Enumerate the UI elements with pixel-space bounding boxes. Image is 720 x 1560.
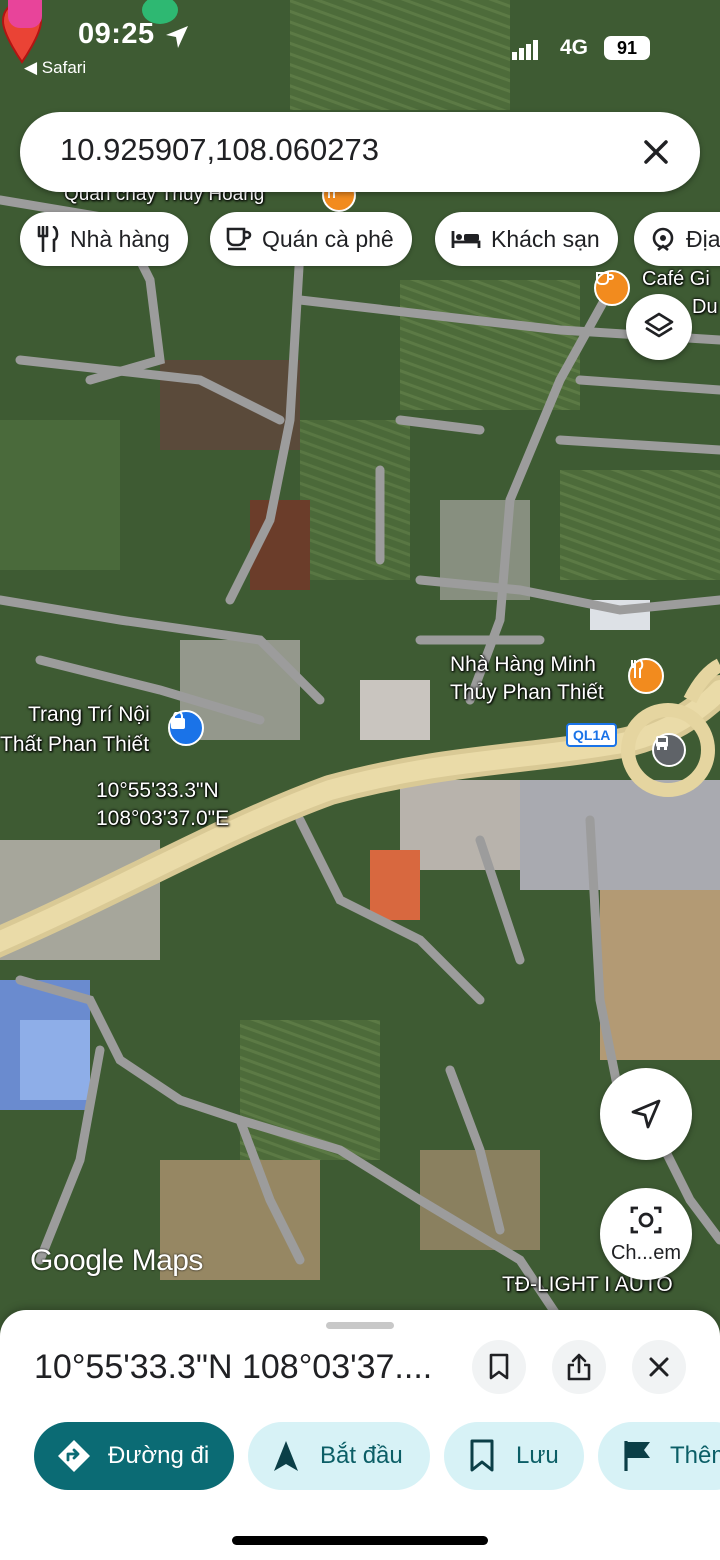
chip-cafes[interactable]: Quán cà phê xyxy=(210,212,412,266)
search-query[interactable]: 10.925907,108.060273 xyxy=(60,132,379,168)
route-shield-ql1a: QL1A xyxy=(566,723,618,747)
navigation-arrow-icon xyxy=(631,1099,661,1129)
status-bar: 09:25 ◀ Safari 4G 91 xyxy=(0,0,720,90)
navigation-icon xyxy=(274,1441,298,1471)
cellular-signal-icon xyxy=(512,40,538,60)
save-button[interactable]: Lưu xyxy=(444,1422,584,1490)
shopping-pin[interactable] xyxy=(168,710,204,746)
sheet-drag-handle[interactable] xyxy=(326,1322,394,1329)
attraction-icon xyxy=(652,227,674,252)
battery-indicator: 91 xyxy=(604,36,650,60)
directions-button[interactable]: Đường đi xyxy=(34,1422,234,1490)
chip-label: Khách sạn xyxy=(491,225,600,252)
more-button[interactable]: Thêm xyxy=(598,1422,720,1490)
start-label: Bắt đầu xyxy=(320,1442,403,1469)
share-icon xyxy=(567,1353,591,1381)
poi-label-restaurant-line2: Thủy Phan Thiết xyxy=(450,681,604,704)
camera-search-button[interactable]: Ch...em xyxy=(600,1188,692,1280)
camera-lens-icon xyxy=(630,1206,662,1234)
chip-attractions[interactable]: Địa xyxy=(634,212,720,266)
bus-icon xyxy=(656,736,668,750)
hotel-icon xyxy=(451,231,481,248)
chip-hotels[interactable]: Khách sạn xyxy=(435,212,618,266)
category-chips: Nhà hàng Quán cà phê Khách sạn Địa xyxy=(0,212,720,268)
save-icon-button[interactable] xyxy=(472,1340,526,1394)
chip-label: Địa xyxy=(686,225,720,252)
back-to-safari-link[interactable]: ◀ Safari xyxy=(24,58,86,78)
close-sheet-button[interactable] xyxy=(632,1340,686,1394)
poi-label-restaurant-line1[interactable]: Nhà Hàng Minh xyxy=(450,652,596,678)
pin-longitude-label: 108°03'37.0"E xyxy=(96,807,230,830)
start-button[interactable]: Bắt đầu xyxy=(248,1422,430,1490)
share-button[interactable] xyxy=(552,1340,606,1394)
save-label: Lưu xyxy=(516,1442,559,1469)
close-icon[interactable] xyxy=(634,130,678,174)
camera-search-label: Ch...em xyxy=(610,1242,682,1264)
flag-icon xyxy=(624,1441,650,1471)
google-maps-logo: Google Maps xyxy=(30,1244,203,1277)
place-bottom-sheet[interactable]: 10°55'33.3"N 108°03'37.... Đường đi Bắt … xyxy=(0,1310,720,1560)
app-indicator-icon xyxy=(8,0,42,28)
chip-restaurants[interactable]: Nhà hàng xyxy=(20,212,188,266)
home-indicator[interactable] xyxy=(232,1536,488,1545)
shopping-bag-icon xyxy=(171,712,185,729)
bookmark-icon xyxy=(470,1439,494,1472)
directions-icon xyxy=(58,1440,90,1472)
restaurant-icon xyxy=(37,226,59,252)
more-label: Thêm xyxy=(670,1442,720,1469)
place-title: 10°55'33.3"N 108°03'37.... xyxy=(34,1348,433,1386)
bookmark-icon xyxy=(489,1353,509,1380)
pin-latitude-label: 10°55'33.3"N xyxy=(96,779,219,802)
poi-label-cafe[interactable]: Café Gi xyxy=(642,266,710,292)
poi-label-decor-line1[interactable]: Trang Trí Nội xyxy=(28,702,150,728)
chip-label: Nhà hàng xyxy=(70,225,170,252)
bus-stop-pin[interactable] xyxy=(652,733,686,767)
poi-label-decor-line2: Thất Phan Thiết xyxy=(0,733,150,756)
poi-label-cafe-line2: Du xyxy=(692,296,718,318)
restaurant-pin-minh-thuy[interactable] xyxy=(628,658,664,694)
my-location-button[interactable] xyxy=(600,1068,692,1160)
layers-button[interactable] xyxy=(626,294,692,360)
search-bar[interactable]: 10.925907,108.060273 xyxy=(20,112,700,192)
chip-label: Quán cà phê xyxy=(262,225,394,252)
network-type: 4G xyxy=(560,36,589,59)
close-icon xyxy=(649,1357,669,1377)
location-arrow-icon xyxy=(166,26,188,48)
cafe-pin[interactable] xyxy=(594,270,630,306)
status-time: 09:25 xyxy=(78,18,155,50)
directions-label: Đường đi xyxy=(108,1442,210,1469)
fork-knife-icon xyxy=(631,660,644,678)
coffee-icon xyxy=(226,227,252,251)
coffee-cup-icon xyxy=(596,272,614,285)
layers-icon xyxy=(644,312,674,338)
